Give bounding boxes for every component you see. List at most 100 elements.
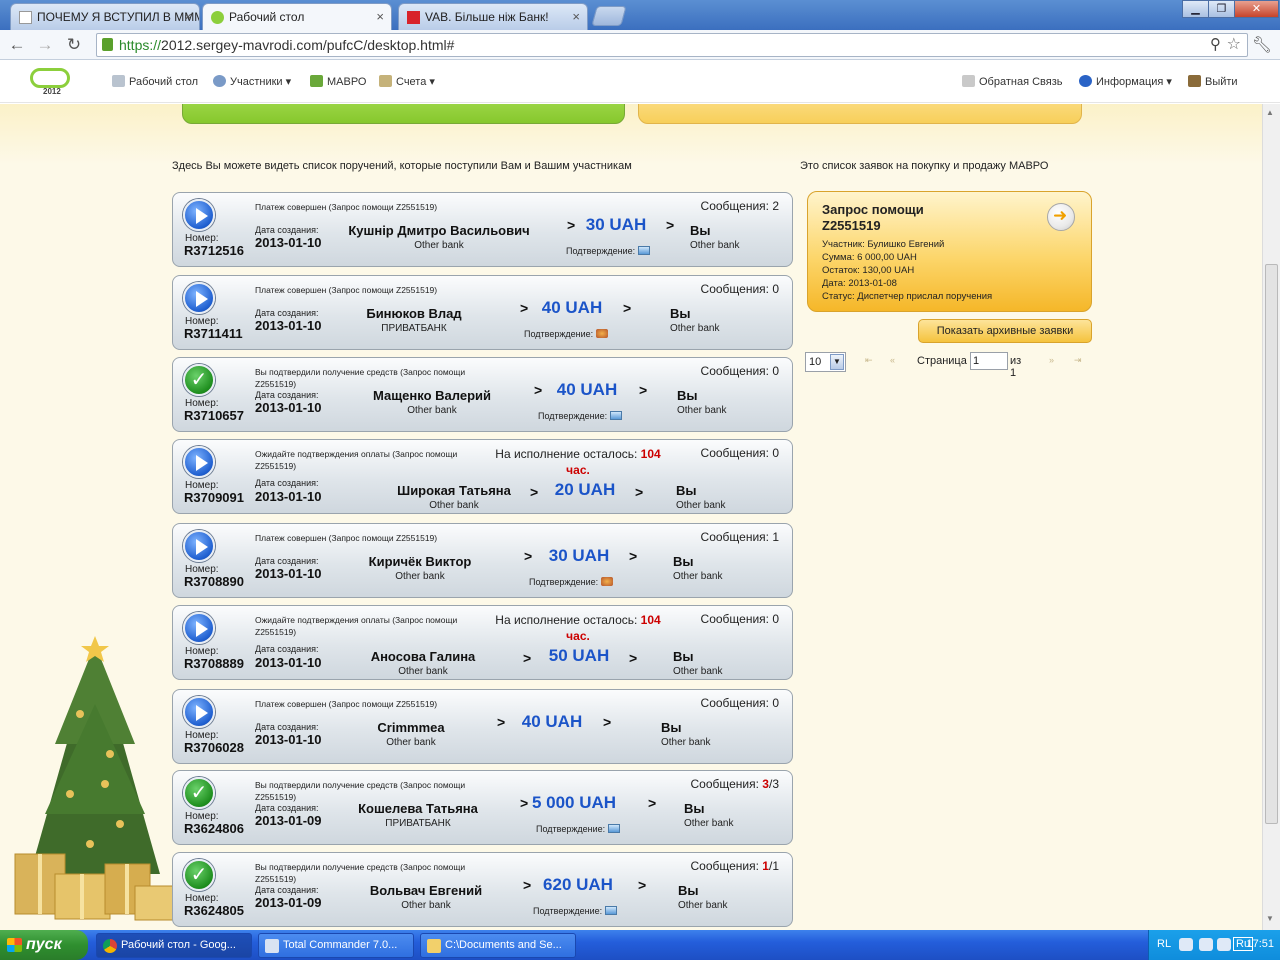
scroll-down-icon[interactable]: ▼ — [1266, 914, 1274, 923]
page-number-input[interactable]: 1 — [970, 352, 1008, 370]
page-scrollbar[interactable]: ▲ ▼ — [1262, 104, 1280, 930]
checkmark-icon[interactable]: ✓ — [183, 777, 215, 809]
order-card[interactable]: Номер: R3712516 Платеж совершен (Запрос по… — [172, 192, 793, 267]
play-icon[interactable] — [183, 446, 215, 478]
prev-page-icon[interactable]: « — [890, 355, 895, 365]
url-text: 2012.sergey-mavrodi.com/pufcC/desktop.ht… — [161, 37, 455, 53]
confirmation[interactable]: Подтверждение: — [533, 906, 618, 916]
last-page-icon[interactable]: ⇥ — [1074, 355, 1082, 366]
play-icon[interactable] — [183, 530, 215, 562]
sender-name: Киричёк Виктор — [368, 554, 472, 569]
time-remaining: На исполнение осталось: 104 час. — [495, 613, 661, 643]
get-help-button[interactable] — [638, 104, 1082, 124]
close-window-button[interactable]: ✕ — [1234, 0, 1279, 18]
clock: 17:51 — [1246, 938, 1274, 950]
nav-desktop[interactable]: Рабочий стол — [112, 75, 198, 88]
back-icon[interactable]: ← — [6, 34, 28, 56]
checkmark-icon[interactable]: ✓ — [183, 859, 215, 891]
messages-count[interactable]: Сообщения: 2 — [701, 199, 779, 213]
task-explorer[interactable]: C:\Documents and Se... — [420, 933, 576, 958]
arrow-gt: > — [623, 300, 632, 316]
reload-icon[interactable]: ↻ — [63, 34, 85, 56]
show-archive-button[interactable]: Показать архивные заявки — [918, 319, 1092, 343]
recipient-you: Вы — [673, 649, 694, 664]
close-icon[interactable]: × — [376, 9, 384, 24]
nav-accounts[interactable]: Счета ▾ — [379, 75, 435, 88]
confirmation[interactable]: Подтверждение: — [538, 411, 623, 421]
address-bar[interactable]: https://2012.sergey-mavrodi.com/pufcC/de… — [96, 33, 1248, 57]
order-card[interactable]: Номер: R3708889 Ожидайте подтверждения опл… — [172, 605, 793, 680]
messages-count[interactable]: Сообщения: 1 — [701, 530, 779, 544]
order-card[interactable]: ✓ Номер: R3624805 Вы подтвердили получение … — [172, 852, 793, 927]
minimize-button[interactable]: ▁ — [1182, 0, 1209, 18]
volume-icon[interactable] — [1217, 938, 1231, 951]
play-icon[interactable] — [183, 612, 215, 644]
bookmark-star-icon[interactable]: ☆ — [1227, 34, 1241, 56]
nav-information[interactable]: Информация ▾ — [1079, 75, 1172, 88]
start-button[interactable]: пуск — [0, 930, 88, 960]
messages-count[interactable]: Сообщения: 0 — [701, 612, 779, 626]
order-card[interactable]: Номер: R3709091 Ожидайте подтверждения опл… — [172, 439, 793, 514]
scroll-up-icon[interactable]: ▲ — [1266, 108, 1274, 117]
order-number: R3624805 — [184, 903, 244, 918]
maximize-button[interactable]: ❐ — [1208, 0, 1235, 18]
confirmation[interactable]: Подтверждение: — [536, 824, 621, 834]
nav-logout[interactable]: Выйти — [1188, 75, 1238, 88]
task-total-commander[interactable]: Total Commander 7.0... — [258, 933, 414, 958]
first-page-icon[interactable]: ⇤ — [865, 355, 873, 366]
chevron-down-icon: ▼ — [830, 354, 844, 370]
play-icon[interactable] — [183, 696, 215, 728]
checkmark-icon[interactable]: ✓ — [183, 364, 215, 396]
scroll-thumb[interactable] — [1265, 264, 1278, 824]
nav-participants[interactable]: Участники ▾ — [213, 75, 291, 88]
messages-count[interactable]: Сообщения: 1/1 — [691, 859, 780, 873]
back-arrow-icon[interactable] — [1179, 938, 1193, 951]
messages-count[interactable]: Сообщения: 0 — [701, 696, 779, 710]
new-tab-button[interactable] — [591, 6, 627, 26]
system-tray: RL Ru 17:51 — [1148, 930, 1280, 960]
confirmation[interactable]: Подтверждение: — [524, 329, 609, 339]
image-icon — [608, 824, 621, 833]
confirmation[interactable]: Подтверждение: — [529, 577, 614, 587]
created-label: Дата создания: — [255, 722, 319, 732]
close-icon[interactable]: × — [184, 9, 192, 24]
order-number: R3710657 — [184, 408, 244, 423]
give-help-button[interactable] — [182, 104, 625, 124]
nav-feedback[interactable]: Обратная Связь — [962, 75, 1063, 88]
tab-vab-bank[interactable]: VAB. Більше ніж Банк! × — [398, 3, 588, 30]
forward-icon[interactable]: → — [34, 34, 56, 56]
per-page-select[interactable]: 10 ▼ — [805, 352, 846, 372]
order-card[interactable]: ✓ Номер: R3710657 Вы подтвердили получение … — [172, 357, 793, 432]
image-icon — [610, 411, 623, 420]
messages-count[interactable]: Сообщения: 0 — [701, 282, 779, 296]
next-page-icon[interactable]: » — [1049, 355, 1054, 365]
order-card[interactable]: Номер: R3706028 Платеж совершен (Запрос по… — [172, 689, 793, 764]
order-status: Вы подтвердили получение средств (Запрос… — [255, 367, 466, 389]
close-icon[interactable]: × — [572, 9, 580, 24]
language-indicator[interactable]: RL — [1157, 938, 1171, 950]
tab-mmm-why[interactable]: ПОЧЕМУ Я ВСТУПИЛ В МММ × — [10, 3, 200, 30]
wrench-menu-icon[interactable]: 🔧︎ — [1252, 35, 1272, 55]
order-card[interactable]: Номер: R3711411 Платеж совершен (Запрос по… — [172, 275, 793, 350]
play-icon[interactable] — [183, 282, 215, 314]
arrow-gt: > — [629, 548, 638, 564]
messages-count[interactable]: Сообщения: 0 — [701, 364, 779, 378]
task-chrome[interactable]: Рабочий стол - Goog... — [96, 933, 252, 958]
help-request-card[interactable]: Запрос помощиZ2551519 Участник: Булишко … — [807, 191, 1092, 312]
network-icon[interactable] — [1199, 938, 1213, 951]
messages-count[interactable]: Сообщения: 0 — [701, 446, 779, 460]
arrow-right-icon[interactable] — [1047, 203, 1075, 231]
page-content: Здесь Вы можете видеть список поручений,… — [0, 104, 1262, 930]
confirmation[interactable]: Подтверждение: — [566, 246, 651, 256]
tab-desktop[interactable]: Рабочий стол × — [202, 3, 392, 30]
play-icon[interactable] — [183, 199, 215, 231]
pencil-icon — [962, 75, 975, 87]
order-card[interactable]: Номер: R3708890 Платеж совершен (Запрос по… — [172, 523, 793, 598]
mmm-logo[interactable]: 2012 — [30, 68, 74, 98]
search-icon[interactable]: ⚲ — [1210, 34, 1221, 56]
page-count: из 1 — [1010, 355, 1022, 379]
nav-mavro[interactable]: МАВРО — [310, 75, 367, 88]
messages-count[interactable]: Сообщения: 3/3 — [691, 777, 780, 791]
order-card[interactable]: ✓ Номер: R3624806 Вы подтвердили получение … — [172, 770, 793, 845]
recipient-bank: Other bank — [678, 900, 728, 911]
